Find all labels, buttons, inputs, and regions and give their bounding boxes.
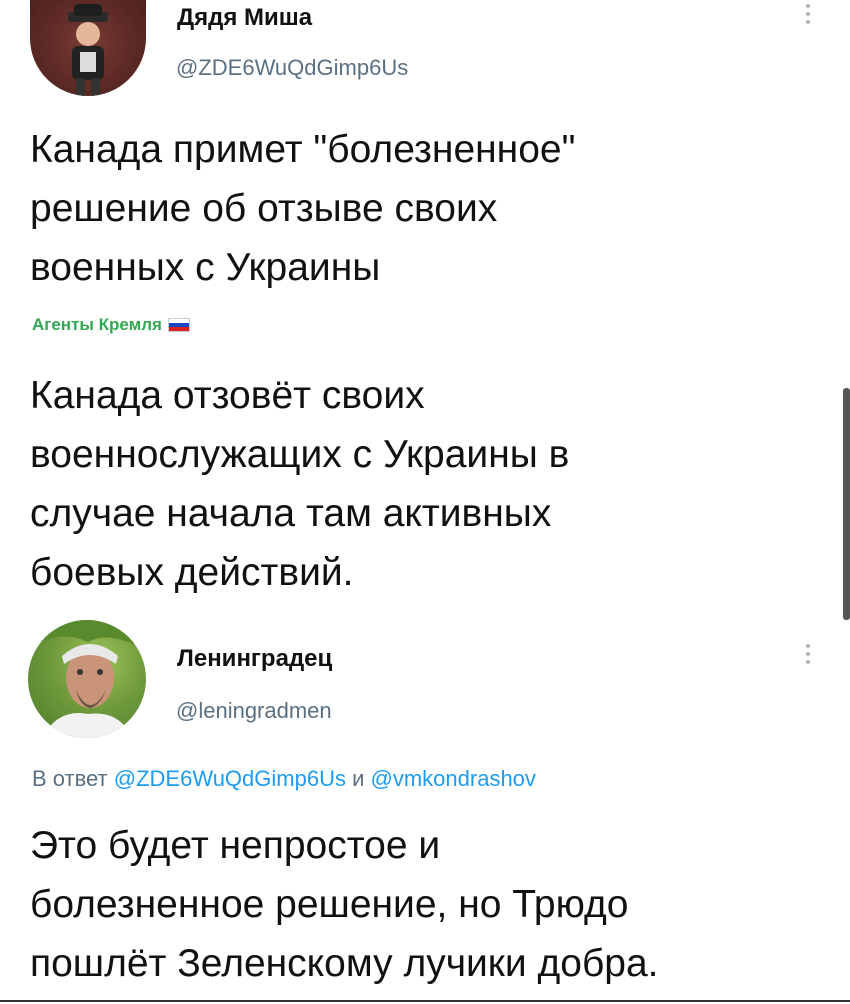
- more-options-icon[interactable]: [805, 644, 811, 668]
- tweet-text-line: пошлёт Зеленскому лучики добра.: [30, 942, 659, 985]
- embedded-text-line: боевых действий.: [30, 551, 354, 594]
- tweet-text: Канада примет "болезненное" решение об о…: [30, 120, 575, 297]
- display-name[interactable]: Ленинградец: [177, 645, 332, 673]
- avatar-leningradets[interactable]: [28, 620, 146, 738]
- channel-name: Агенты Кремля: [32, 315, 162, 334]
- user-handle[interactable]: @ZDE6WuQdGimp6Us: [176, 55, 408, 81]
- more-options-icon[interactable]: [805, 4, 811, 28]
- channel-source[interactable]: Агенты Кремля: [32, 315, 190, 335]
- scrollbar[interactable]: [843, 388, 850, 620]
- divider: [0, 1000, 850, 1002]
- tweet-text: Это будет непростое и болезненное решени…: [30, 816, 659, 993]
- display-name[interactable]: Дядя Миша: [177, 4, 312, 32]
- tweet-text-line: Это будет непростое и: [30, 824, 441, 867]
- tweet-text-line: решение об отзыве своих: [30, 187, 498, 230]
- reply-mention-link[interactable]: @ZDE6WuQdGimp6Us: [114, 766, 346, 791]
- embedded-text: Канада отзовёт своих военнослужащих с Ук…: [30, 366, 569, 602]
- tweet-text-line: болезненное решение, но Трюдо: [30, 883, 629, 926]
- reply-conjunction: и: [352, 766, 365, 791]
- reply-prefix: В ответ: [32, 766, 108, 791]
- reply-mention-link[interactable]: @vmkondrashov: [371, 766, 536, 791]
- reply-to-line: В ответ @ZDE6WuQdGimp6Us и @vmkondrashov: [32, 766, 536, 792]
- bearded-man-icon: [28, 620, 146, 738]
- embedded-text-line: случае начала там активных: [30, 492, 552, 535]
- embedded-text-line: военнослужащих с Украины в: [30, 433, 570, 476]
- person-in-cap-icon: [68, 4, 108, 96]
- tweet-text-line: военных с Украины: [30, 246, 381, 289]
- avatar-dyadya-misha[interactable]: [30, 0, 146, 96]
- russian-flag-icon: [167, 318, 190, 332]
- tweet-text-line: Канада примет "болезненное": [30, 128, 576, 171]
- embedded-text-line: Канада отзовёт своих: [30, 374, 425, 417]
- user-handle[interactable]: @leningradmen: [176, 698, 332, 724]
